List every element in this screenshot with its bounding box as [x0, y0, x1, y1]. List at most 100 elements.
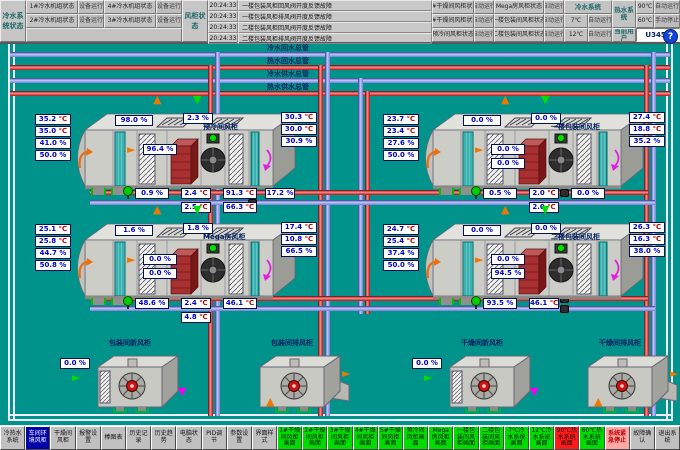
- cold-water-temp-1: 7℃: [564, 14, 588, 28]
- fan-unit[interactable]: 干燥间排风柜 ► ▼ ▲ ►: [550, 338, 680, 414]
- valve-opening-box: 48.6 %: [135, 298, 169, 309]
- status-value: 自动运行: [474, 14, 494, 28]
- ahu-unit[interactable]: ▲ ▼ 25.1 ℃ 25.8 ℃ 44.7 % 50.8 %: [35, 206, 335, 331]
- cold-water-status-2: 自动运行: [588, 28, 612, 42]
- ahu-unit[interactable]: ▲ ▼ 23.7 ℃ 23.4 ℃ 27.6 % 50.0 %: [383, 96, 680, 221]
- synoptic-area: 冷水回水总管 热水回水总管 冷水供水总管 热水供水总管 ▲ ▼ 35.2 ℃ 3…: [0, 44, 680, 425]
- alarm-list[interactable]: 20:24:33一楼包装风柜回风阀开度反馈故障20:24:33一楼包装风柜排风阀…: [208, 0, 432, 42]
- status-label: 5#干燥间风柜状态: [432, 14, 474, 28]
- hot-water-return-pipe: [10, 65, 670, 70]
- alarm-row[interactable]: 20:24:33二楼包装风柜排风阀开度反馈故障: [208, 33, 432, 44]
- toolbar-button-1[interactable]: 车间环境风柜: [25, 426, 50, 450]
- toolbar-button-16[interactable]: 预冷间风柜画面: [403, 426, 428, 450]
- toolbar-button-19[interactable]: 二楼包装间风柜画面: [479, 426, 504, 450]
- actuator-icon: [91, 188, 106, 195]
- toolbar-button-22[interactable]: 90℃热水系统画面: [554, 426, 579, 450]
- alarm-message: 二楼包装风柜回风阀开度反馈故障: [238, 22, 432, 33]
- pipe-temp-box: 46.1 ℃: [223, 298, 257, 309]
- supply-humidity-box: 30.9 %: [281, 136, 317, 147]
- supply-temp-box: 18.8 ℃: [629, 124, 665, 135]
- toolbar-button-2[interactable]: 干燥间风柜: [50, 426, 75, 450]
- supply-air-arrow-icon: ►: [72, 372, 80, 383]
- toolbar-button-17[interactable]: Mega房风柜画面: [428, 426, 453, 450]
- toolbar-button-10[interactable]: 界面样式: [252, 426, 277, 450]
- damper-value-box: 98.0 %: [115, 115, 153, 126]
- airflow-arrow-icon: ►: [475, 254, 483, 265]
- status-label: 二楼包装间风柜状态: [494, 28, 544, 42]
- toolbar-button-9[interactable]: 参数设置: [227, 426, 252, 450]
- exhaust-air-arrow-icon: ▲: [153, 94, 161, 105]
- toolbar-button-15[interactable]: 5#干燥间风柜画面: [378, 426, 403, 450]
- toolbar-button-11[interactable]: 1#干燥间风柜画面: [277, 426, 302, 450]
- humidity-value-box: 37.4 %: [383, 248, 419, 259]
- status-label: 1#冷水机组状态: [26, 0, 78, 14]
- pipe-temp-box: 91.3 ℃: [223, 188, 257, 199]
- valve-opening-box: 93.5 %: [483, 298, 517, 309]
- fresh-air-arrow-icon: ▼: [193, 94, 201, 105]
- status-value: 设备运行: [78, 0, 104, 14]
- alarm-time: 20:24:33: [208, 0, 238, 11]
- alarm-message: 二楼包装风柜排风阀开度反馈故障: [238, 33, 432, 44]
- help-icon[interactable]: ?: [663, 29, 678, 44]
- toolbar-button-26[interactable]: 退出系统: [655, 426, 680, 450]
- pipe-label: 冷水供水总管: [262, 70, 314, 78]
- toolbar-button-24[interactable]: 系统紧急停止: [605, 426, 630, 450]
- fan-body: [90, 351, 194, 413]
- toolbar-button-5[interactable]: 历史记录: [126, 426, 151, 450]
- pipe-label: 热水回水总管: [262, 57, 314, 65]
- toolbar-button-7[interactable]: 电脑状态: [176, 426, 201, 450]
- toolbar-button-4[interactable]: 棒图表: [101, 426, 126, 450]
- flow-value-box: 0.0 %: [60, 358, 90, 369]
- toolbar-button-12[interactable]: 2#干燥间风柜画面: [302, 426, 327, 450]
- toolbar-button-13[interactable]: 3#干燥间风柜画面: [327, 426, 352, 450]
- toolbar-button-23[interactable]: 60℃热水系统画面: [579, 426, 604, 450]
- fan-value-box: 96.4 %: [143, 144, 177, 155]
- status-label: Mega房风柜状态: [494, 0, 544, 14]
- supply-temp-box: 30.3 ℃: [281, 112, 317, 123]
- toolbar-button-8[interactable]: PID调节: [202, 426, 227, 450]
- toolbar-button-0[interactable]: 冷热水系统: [0, 426, 25, 450]
- toolbar-button-21[interactable]: 12℃冷水系统画面: [529, 426, 554, 450]
- supply-temp-box: 30.0 ℃: [281, 124, 317, 135]
- damper-value-box: 0.0 %: [463, 225, 501, 236]
- alarm-message: 一楼包装风柜排风阀开度反馈故障: [238, 11, 432, 22]
- exhaust-down-arrow-icon: ▼: [178, 386, 186, 397]
- ahu-unit[interactable]: ▲ ▼ 35.2 ℃ 35.0 ℃ 41.0 % 50.0 %: [35, 96, 335, 221]
- damper-value-box: 0.0 %: [531, 113, 561, 124]
- ahu-status-table: 4#干燥间风柜状态自动运行Mega房风柜状态自动运行5#干燥间风柜状态自动运行一…: [432, 0, 564, 42]
- airflow-arrow-icon: ►: [127, 144, 135, 155]
- toolbar-button-18[interactable]: 一楼包装间风柜画面: [453, 426, 478, 450]
- toolbar-button-25[interactable]: 故障确认: [630, 426, 655, 450]
- ahu-unit[interactable]: ▲ ▼ 24.7 ℃ 25.4 ℃ 37.4 % 50.0 %: [383, 206, 680, 331]
- toolbar-button-14[interactable]: 4#干燥间风柜画面: [353, 426, 378, 450]
- exhaust-air-arrow-icon: ▲: [153, 204, 161, 215]
- pipe-temp-box: 17.2 %: [265, 188, 295, 199]
- status-value: 设备运行: [156, 14, 182, 28]
- alarm-message: 一楼包装风柜回风阀开度反馈故障: [238, 0, 432, 11]
- supply-humidity-box: 66.5 %: [281, 246, 317, 257]
- alarm-row[interactable]: 20:24:33二楼包装风柜回风阀开度反馈故障: [208, 22, 432, 33]
- status-value: 自动运行: [544, 14, 564, 28]
- chiller-status-table: 1#冷水机组状态设备运行4#冷水机组状态设备运行2#冷水机组状态设备运行3#冷水…: [26, 0, 182, 42]
- toolbar-button-6[interactable]: 历史趋势: [151, 426, 176, 450]
- status-label: 一楼包装间风柜状态: [494, 14, 544, 28]
- damper-value-box: 2.3 %: [183, 113, 213, 124]
- fresh-air-arrow-icon: ▼: [541, 204, 549, 215]
- fan-unit[interactable]: 包装间排风柜 ► ▼ ▲ ►: [222, 338, 362, 414]
- current-user-label: 当前用户: [612, 28, 636, 42]
- alarm-time: 20:24:33: [208, 22, 238, 33]
- fan-unit[interactable]: 包装间新风柜 0.0 % ► ▼ ▲ ►: [60, 338, 200, 414]
- airflow-arrow-icon: ►: [127, 254, 135, 265]
- alarm-row[interactable]: 20:24:33一楼包装风柜排风阀开度反馈故障: [208, 11, 432, 22]
- toolbar-button-20[interactable]: 7℃冷水系统画面: [504, 426, 529, 450]
- alarm-row[interactable]: 20:24:33一楼包装风柜回风阀开度反馈故障: [208, 0, 432, 11]
- valve-opening-box: 0.9 %: [135, 188, 169, 199]
- water-valve-icon: [123, 186, 132, 199]
- humidity-value-box: 41.0 %: [35, 138, 71, 149]
- chiller-system-status-label: 冷水系统状态: [0, 0, 26, 42]
- fan-unit[interactable]: 干燥间新风柜 0.0 % ► ▼ ▲ ►: [412, 338, 552, 414]
- toolbar-button-3[interactable]: 报警设置: [76, 426, 101, 450]
- cold-water-system-label: 冷水系统: [564, 0, 612, 14]
- temp-value-box: 23.4 ℃: [383, 126, 419, 137]
- exhaust-air-arrow-icon: ▲: [501, 94, 509, 105]
